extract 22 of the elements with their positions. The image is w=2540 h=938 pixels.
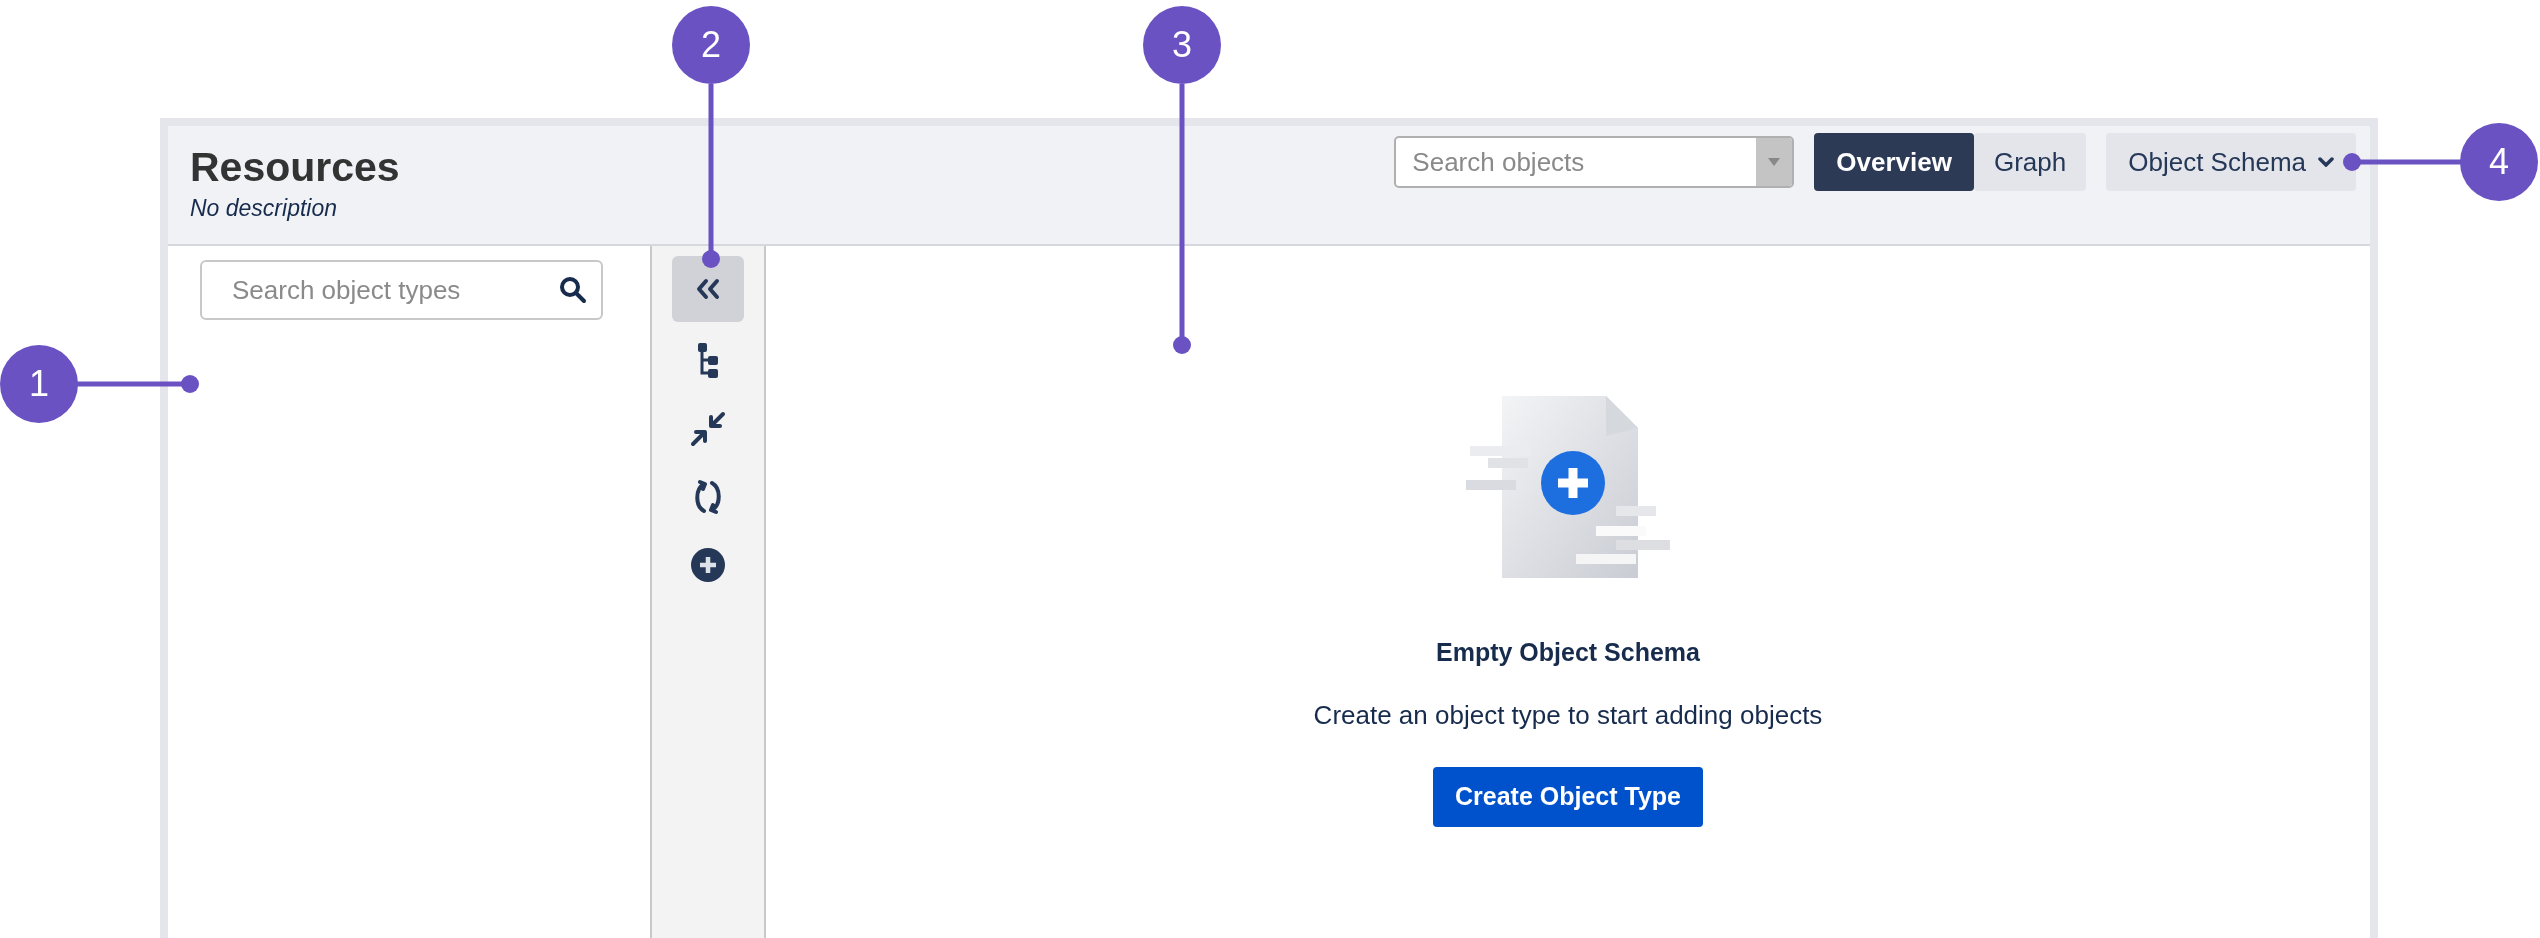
page-title: Resources	[190, 143, 400, 192]
chevron-down-icon	[2318, 157, 2334, 167]
empty-state-title: Empty Object Schema	[1436, 637, 1700, 668]
dropdown-caret-icon	[1768, 158, 1781, 166]
object-schema-menu[interactable]: Object Schema	[2106, 133, 2356, 191]
hierarchy-icon	[696, 343, 720, 379]
search-objects-field[interactable]: Search objects	[1394, 136, 1795, 188]
search-object-types-field[interactable]: Search object types	[200, 260, 603, 320]
view-tab[interactable]: Graph	[1974, 133, 2087, 191]
empty-state-message: Create an object type to start adding objects	[1313, 698, 1823, 732]
search-icon	[559, 276, 587, 304]
callout-number: 2	[672, 6, 750, 84]
callout-number: 3	[1143, 6, 1221, 84]
create-object-type-button[interactable]: Create Object Type	[1433, 766, 1703, 827]
view-tab[interactable]: Overview	[1814, 133, 1974, 191]
tool-button[interactable]	[672, 256, 744, 322]
page-description: No description	[190, 194, 339, 223]
plus-circle-icon	[690, 547, 726, 583]
shrink-arrows-icon	[690, 411, 726, 447]
callout-number: 1	[0, 345, 78, 423]
callout-number: 4	[2460, 123, 2538, 201]
double-chevron-left-icon	[696, 278, 720, 300]
